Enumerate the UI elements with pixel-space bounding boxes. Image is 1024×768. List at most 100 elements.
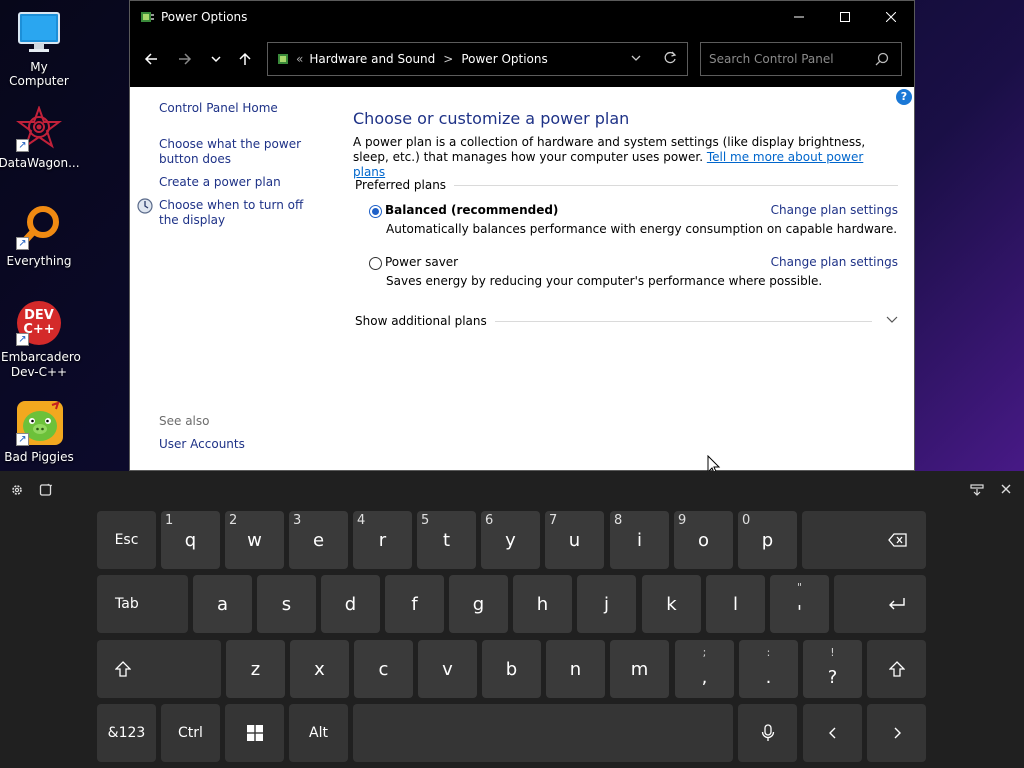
key-t[interactable]: 5t bbox=[417, 511, 476, 569]
key-alt[interactable]: Alt bbox=[289, 704, 348, 762]
key-question[interactable]: !? bbox=[803, 640, 862, 698]
refresh-button[interactable] bbox=[663, 51, 677, 68]
user-accounts-link[interactable]: User Accounts bbox=[159, 437, 245, 452]
show-additional-plans[interactable]: Show additional plans bbox=[355, 314, 495, 328]
key-microphone[interactable] bbox=[738, 704, 797, 762]
key-q[interactable]: 1q bbox=[161, 511, 220, 569]
key-o[interactable]: 9o bbox=[674, 511, 733, 569]
key-c[interactable]: c bbox=[354, 640, 413, 698]
key-b[interactable]: b bbox=[482, 640, 541, 698]
key-space[interactable] bbox=[353, 704, 733, 762]
key-number: 7 bbox=[549, 513, 558, 528]
key-s[interactable]: s bbox=[257, 575, 316, 633]
control-panel-home-link[interactable]: Control Panel Home bbox=[159, 101, 278, 116]
breadcrumb-separator[interactable]: > bbox=[443, 52, 453, 66]
key-h[interactable]: h bbox=[513, 575, 572, 633]
plan-radio-power-saver[interactable] bbox=[369, 257, 382, 270]
address-bar[interactable]: « Hardware and Sound > Power Options bbox=[267, 42, 688, 76]
key-r[interactable]: 4r bbox=[353, 511, 412, 569]
change-plan-settings-link[interactable]: Change plan settings bbox=[771, 203, 898, 217]
maximize-button[interactable] bbox=[822, 1, 868, 32]
power-button-link[interactable]: Choose what the power button does bbox=[159, 137, 331, 167]
search-icon[interactable] bbox=[875, 52, 889, 69]
up-button[interactable] bbox=[232, 46, 258, 72]
search-box[interactable]: Search Control Panel bbox=[700, 42, 902, 76]
plan-radio-balanced[interactable] bbox=[369, 205, 382, 218]
key-z[interactable]: z bbox=[226, 640, 285, 698]
key-windows[interactable] bbox=[225, 704, 284, 762]
key-f[interactable]: f bbox=[385, 575, 444, 633]
key-label: z bbox=[250, 658, 261, 680]
key-period[interactable]: :. bbox=[739, 640, 798, 698]
power-options-app-icon bbox=[141, 11, 154, 22]
display-timer-icon bbox=[137, 198, 153, 214]
key-ctrl[interactable]: Ctrl bbox=[161, 704, 220, 762]
key-e[interactable]: 3e bbox=[289, 511, 348, 569]
create-power-plan-link[interactable]: Create a power plan bbox=[159, 175, 281, 190]
chevron-down-icon bbox=[211, 56, 221, 63]
key-enter[interactable] bbox=[834, 575, 926, 633]
key-d[interactable]: d bbox=[321, 575, 380, 633]
shift-icon bbox=[888, 661, 905, 677]
breadcrumb-power-options[interactable]: Power Options bbox=[461, 52, 547, 66]
desktop-icon-label: Everything bbox=[6, 254, 72, 268]
key-g[interactable]: g bbox=[449, 575, 508, 633]
window-title: Power Options bbox=[161, 9, 248, 24]
back-button[interactable] bbox=[138, 46, 164, 72]
key-apostrophe[interactable]: " ' bbox=[770, 575, 829, 633]
key-k[interactable]: k bbox=[642, 575, 701, 633]
key-i[interactable]: 8i bbox=[610, 511, 669, 569]
recent-locations-button[interactable] bbox=[203, 46, 229, 72]
key-p[interactable]: 0p bbox=[738, 511, 797, 569]
forward-button[interactable] bbox=[172, 46, 198, 72]
title-bar[interactable]: Power Options bbox=[130, 1, 914, 32]
up-arrow-icon bbox=[239, 52, 251, 65]
key-x[interactable]: x bbox=[290, 640, 349, 698]
close-keyboard-icon[interactable] bbox=[1000, 483, 1012, 498]
key-left-arrow[interactable] bbox=[803, 704, 862, 762]
divider bbox=[481, 321, 872, 322]
emoji-sticker-icon[interactable] bbox=[39, 483, 53, 500]
key-label: d bbox=[344, 593, 357, 615]
key-n[interactable]: n bbox=[546, 640, 605, 698]
key-a[interactable]: a bbox=[193, 575, 252, 633]
key-l[interactable]: l bbox=[706, 575, 765, 633]
desktop-icon-bad-piggies[interactable]: ↗ Bad Piggies bbox=[0, 400, 78, 464]
key-v[interactable]: v bbox=[418, 640, 477, 698]
key-number: 0 bbox=[742, 513, 751, 528]
display-off-link[interactable]: Choose when to turn off the display bbox=[159, 198, 319, 228]
chevron-left-icon bbox=[828, 727, 835, 739]
key-numbers-symbols[interactable]: &123 bbox=[97, 704, 156, 762]
help-icon[interactable]: ? bbox=[896, 89, 912, 105]
change-plan-settings-link[interactable]: Change plan settings bbox=[771, 255, 898, 269]
keyboard-layout-icon[interactable] bbox=[970, 483, 984, 500]
desktop-icon-datawagon[interactable]: ↗ DataWagon... bbox=[0, 105, 80, 170]
key-comma[interactable]: ;, bbox=[675, 640, 734, 698]
breadcrumb-hardware-and-sound[interactable]: Hardware and Sound bbox=[309, 52, 435, 66]
desktop-icon-my-computer[interactable]: My Computer bbox=[0, 10, 78, 88]
key-label: a bbox=[216, 593, 229, 615]
key-w[interactable]: 2w bbox=[225, 511, 284, 569]
key-m[interactable]: m bbox=[610, 640, 669, 698]
key-shift-right[interactable] bbox=[867, 640, 926, 698]
desktop-icon-devcpp[interactable]: DEV C++ ↗ Embarcadero Dev-C++ bbox=[0, 300, 81, 380]
key-backspace[interactable] bbox=[802, 511, 926, 569]
plan-name[interactable]: Balanced (recommended) bbox=[385, 203, 558, 217]
address-dropdown-button[interactable] bbox=[631, 52, 641, 66]
key-tab[interactable]: Tab bbox=[97, 575, 188, 633]
key-u[interactable]: 7u bbox=[545, 511, 604, 569]
devcpp-icon: DEV C++ ↗ bbox=[16, 300, 62, 346]
breadcrumb-overflow[interactable]: « bbox=[296, 52, 303, 66]
expand-additional-plans-button[interactable] bbox=[886, 313, 898, 328]
desktop-icon-everything[interactable]: ↗ Everything bbox=[0, 204, 78, 268]
key-label: l bbox=[732, 593, 738, 615]
close-button[interactable] bbox=[868, 1, 914, 32]
key-esc[interactable]: Esc bbox=[97, 511, 156, 569]
settings-gear-icon[interactable] bbox=[10, 483, 24, 500]
plan-name[interactable]: Power saver bbox=[385, 255, 458, 269]
key-y[interactable]: 6y bbox=[481, 511, 540, 569]
key-j[interactable]: j bbox=[577, 575, 636, 633]
key-shift-left[interactable] bbox=[97, 640, 221, 698]
key-right-arrow[interactable] bbox=[867, 704, 926, 762]
minimize-button[interactable] bbox=[776, 1, 822, 32]
